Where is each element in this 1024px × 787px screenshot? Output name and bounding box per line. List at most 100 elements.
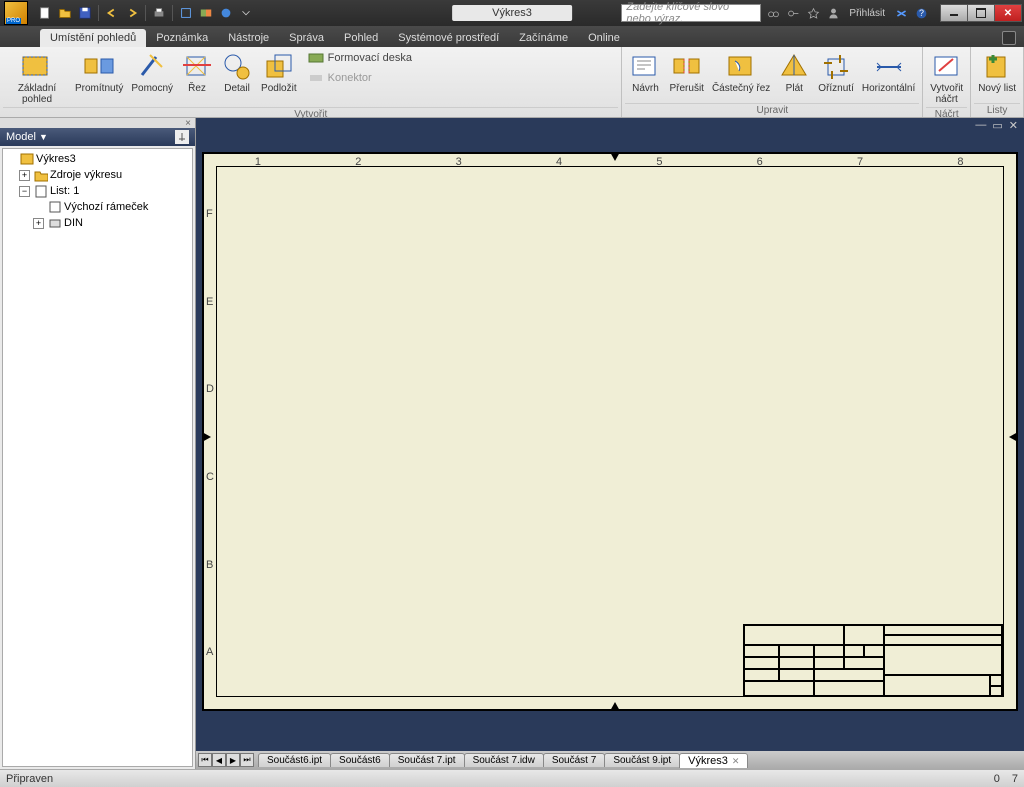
save-icon[interactable] (76, 4, 94, 22)
breakout-button[interactable]: Částečný řez (708, 49, 774, 96)
canvas-area: — ▭ ✕ 12 34 56 78 AB CD EF (196, 118, 1024, 769)
center-marker-left-icon (202, 432, 211, 442)
horizontal-button[interactable]: Horizontální (858, 49, 919, 96)
doc-minimize-icon[interactable]: — (973, 119, 988, 131)
group-label-sheets: Listy (974, 103, 1020, 117)
panel-header[interactable]: Model ▼ (0, 128, 195, 146)
forming-plate-button[interactable]: Formovací deska (305, 49, 415, 67)
separator (172, 5, 173, 21)
document-tabs: ⏮ ◀ ▶ ⏭ Součást6.ipt Součást6 Součást 7.… (196, 751, 1024, 769)
appearance-toggle-icon[interactable] (1002, 31, 1016, 45)
tab-last-icon[interactable]: ⏭ (240, 753, 254, 767)
tab-environment[interactable]: Systémové prostředí (388, 29, 509, 47)
exchange-icon[interactable] (893, 5, 909, 21)
new-icon[interactable] (36, 4, 54, 22)
tab-nav: ⏮ ◀ ▶ ⏭ (198, 753, 254, 767)
help-icon[interactable]: ? (913, 5, 929, 21)
redo-icon[interactable] (123, 4, 141, 22)
qat-icon-a[interactable] (177, 4, 195, 22)
tab-view[interactable]: Pohled (334, 29, 388, 47)
slice-button[interactable]: Plát (774, 49, 814, 96)
doc-close-icon[interactable]: ✕ (1007, 119, 1020, 132)
separator (98, 5, 99, 21)
tree-din[interactable]: +DIN (5, 215, 190, 231)
doc-tab-active[interactable]: Výkres3✕ (679, 753, 748, 768)
base-view-button[interactable]: Základní pohled (3, 49, 71, 107)
model-panel: × Model ▼ Výkres3 +Zdroje výkresu −List:… (0, 118, 196, 769)
overlay-button[interactable]: Podložit (257, 49, 301, 96)
panel-close-icon[interactable]: × (0, 118, 195, 128)
tab-prev-icon[interactable]: ◀ (212, 753, 226, 767)
tab-get-started[interactable]: Začínáme (509, 29, 578, 47)
model-tree[interactable]: Výkres3 +Zdroje výkresu −List: 1 Výchozí… (2, 148, 193, 767)
tab-first-icon[interactable]: ⏮ (198, 753, 212, 767)
tree-root[interactable]: Výkres3 (5, 151, 190, 167)
star-icon[interactable] (805, 5, 821, 21)
center-marker-right-icon (1009, 432, 1018, 442)
doc-tab[interactable]: Součást6 (330, 753, 390, 767)
break-button[interactable]: Přerušit (665, 49, 707, 96)
chevron-down-icon[interactable]: ▼ (39, 132, 48, 142)
binoculars-icon[interactable] (765, 5, 781, 21)
tab-next-icon[interactable]: ▶ (226, 753, 240, 767)
center-marker-top-icon (610, 152, 620, 161)
doc-window-controls: — ▭ ✕ (196, 118, 1024, 132)
tab-place-views[interactable]: Umístění pohledů (40, 29, 146, 47)
key-icon[interactable] (785, 5, 801, 21)
doc-tab[interactable]: Součást 7.ipt (389, 753, 465, 767)
tree-frame[interactable]: Výchozí rámeček (5, 199, 190, 215)
maximize-button[interactable] (967, 4, 995, 22)
section-view-button[interactable]: Řez (177, 49, 217, 96)
draft-button[interactable]: Návrh (625, 49, 665, 96)
tab-annotation[interactable]: Poznámka (146, 29, 218, 47)
connector-button: Konektor (305, 69, 415, 87)
ribbon-tabs: Umístění pohledů Poznámka Nástroje Správ… (0, 26, 1024, 47)
title-bar: Výkres3 Zadejte klíčové slovo nebo výraz… (0, 0, 1024, 26)
undo-icon[interactable] (103, 4, 121, 22)
title-right: Zadejte klíčové slovo nebo výraz. Přihlá… (621, 4, 1024, 22)
signin-link[interactable]: Přihlásit (845, 8, 889, 19)
search-input[interactable]: Zadejte klíčové slovo nebo výraz. (621, 4, 761, 22)
svg-text:?: ? (919, 7, 924, 17)
doc-tab[interactable]: Součást6.ipt (258, 753, 331, 767)
qat-icon-b[interactable] (197, 4, 215, 22)
pin-icon[interactable] (175, 130, 189, 144)
crop-button[interactable]: Oříznutí (814, 49, 858, 96)
open-icon[interactable] (56, 4, 74, 22)
ribbon-extra (994, 29, 1024, 47)
auxiliary-view-button[interactable]: Pomocný (127, 49, 177, 96)
close-button[interactable] (994, 4, 1022, 22)
qat-icon-c[interactable] (217, 4, 235, 22)
status-value-0: 0 (994, 773, 1000, 785)
tab-close-icon[interactable]: ✕ (732, 756, 740, 766)
ribbon-group-sketch: Vytvořit náčrt Náčrt (923, 47, 971, 117)
print-icon[interactable] (150, 4, 168, 22)
tree-resources[interactable]: +Zdroje výkresu (5, 167, 190, 183)
doc-tab[interactable]: Součást 9.ipt (604, 753, 680, 767)
drawing-frame (216, 166, 1004, 697)
projected-view-button[interactable]: Promítnutý (71, 49, 127, 96)
user-icon[interactable] (825, 5, 841, 21)
tab-manage[interactable]: Správa (279, 29, 334, 47)
qat-dropdown-icon[interactable] (237, 4, 255, 22)
main-area: × Model ▼ Výkres3 +Zdroje výkresu −List:… (0, 118, 1024, 769)
ribbon-group-create: Základní pohled Promítnutý Pomocný Řez D… (0, 47, 622, 117)
new-sheet-button[interactable]: Nový list (974, 49, 1020, 96)
status-value-1: 7 (1012, 773, 1018, 785)
window-controls (941, 4, 1022, 22)
app-icon[interactable] (4, 1, 28, 25)
drawing-canvas[interactable]: 12 34 56 78 AB CD EF (198, 132, 1022, 751)
doc-tab[interactable]: Součást 7 (543, 753, 605, 767)
ribbon-group-sheets: Nový list Listy (971, 47, 1024, 117)
tab-tools[interactable]: Nástroje (218, 29, 279, 47)
quick-access-toolbar (32, 4, 259, 22)
doc-maximize-icon[interactable]: ▭ (990, 119, 1004, 132)
detail-view-button[interactable]: Detail (217, 49, 257, 96)
minimize-button[interactable] (940, 4, 968, 22)
status-bar: Připraven 0 7 (0, 769, 1024, 787)
tab-online[interactable]: Online (578, 29, 630, 47)
create-sketch-button[interactable]: Vytvořit náčrt (926, 49, 967, 107)
doc-tab[interactable]: Součást 7.idw (464, 753, 544, 767)
tree-sheet[interactable]: −List: 1 (5, 183, 190, 199)
title-block (743, 624, 1003, 696)
